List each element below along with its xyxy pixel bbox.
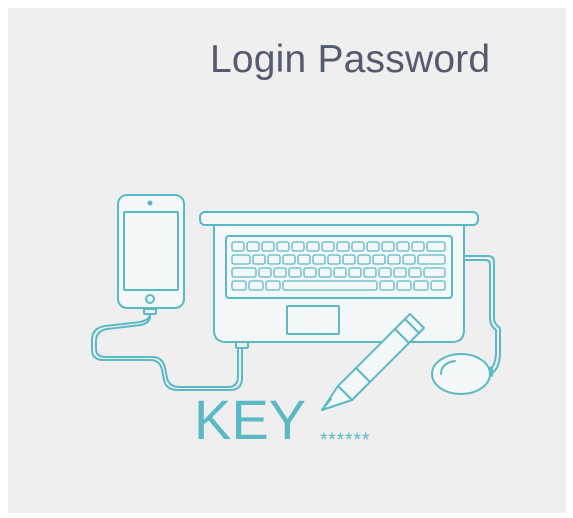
mouse-icon [431, 353, 493, 395]
laptop-icon [199, 211, 479, 349]
smartphone-icon [117, 194, 185, 315]
password-mask: ****** [320, 430, 371, 451]
key-text: KEY [194, 388, 307, 451]
